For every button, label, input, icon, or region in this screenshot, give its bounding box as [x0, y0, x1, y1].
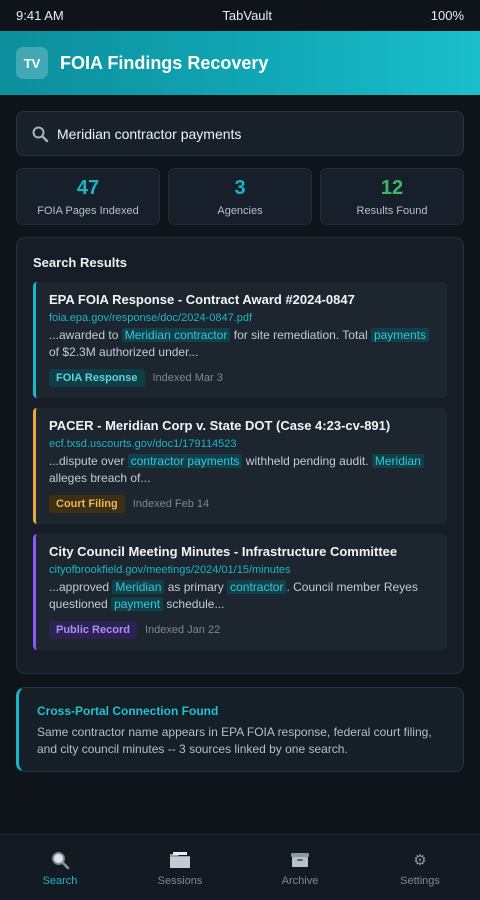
- folder-icon: [169, 849, 191, 871]
- search-icon: [31, 125, 49, 143]
- source-tag: Public Record: [49, 621, 137, 639]
- archive-icon: [290, 849, 310, 871]
- source-tag: FOIA Response: [49, 369, 145, 387]
- nav-archive[interactable]: Archive: [240, 835, 360, 900]
- nav-settings[interactable]: ⚙ Settings: [360, 835, 480, 900]
- stat-label: FOIA Pages Indexed: [37, 204, 139, 217]
- stat-label: Agencies: [217, 204, 263, 217]
- snippet-text: ...awarded to: [49, 328, 122, 342]
- snippet-text: as primary: [164, 580, 228, 594]
- snippet-highlight: payment: [111, 597, 164, 611]
- indexed-date: Indexed Mar 3: [152, 372, 223, 384]
- result-meta: FOIA Response Indexed Mar 3: [49, 369, 435, 387]
- results-heading: Search Results: [33, 255, 127, 270]
- stats-row: 47 FOIA Pages Indexed 3 Agencies 12 Resu…: [16, 168, 464, 225]
- status-bar: 9:41 AM TabVault 100%: [0, 0, 480, 31]
- app-header: TV FOIA Findings Recovery: [0, 31, 480, 95]
- gear-icon: ⚙: [413, 851, 427, 869]
- stat-value: 12: [380, 176, 404, 199]
- result-url[interactable]: foia.epa.gov/response/doc/2024-0847.pdf: [49, 312, 435, 324]
- search-results-panel: Search Results EPA FOIA Response - Contr…: [16, 237, 464, 674]
- nav-label: Settings: [400, 874, 440, 887]
- indexed-date: Indexed Jan 22: [144, 624, 221, 636]
- stat-value: 3: [234, 176, 246, 199]
- snippet-text: of $2.3M authorized under...: [49, 345, 199, 359]
- result-title[interactable]: EPA FOIA Response - Contract Award #2024…: [49, 292, 435, 308]
- app-logo: TV: [16, 47, 48, 79]
- snippet-text: schedule...: [163, 597, 225, 611]
- result-title[interactable]: City Council Meeting Minutes - Infrastru…: [49, 544, 435, 560]
- nav-label: Archive: [281, 874, 319, 887]
- result-url[interactable]: ecf.txsd.uscourts.gov/doc1/179114523: [49, 438, 435, 450]
- status-battery: 100%: [430, 8, 464, 23]
- result-title[interactable]: PACER - Meridian Corp v. State DOT (Case…: [49, 418, 435, 434]
- snippet-highlight: payments: [370, 328, 429, 342]
- result-snippet: ...approved Meridian as primary contract…: [49, 579, 435, 613]
- snippet-highlight: contractor: [227, 580, 287, 594]
- stat-pages-indexed: 47 FOIA Pages Indexed: [16, 168, 160, 225]
- snippet-highlight: Meridian: [371, 454, 424, 468]
- search-icon: [50, 849, 70, 871]
- search-input[interactable]: [57, 125, 449, 142]
- snippet-text: alleges breach of...: [49, 471, 151, 485]
- page-title: FOIA Findings Recovery: [60, 52, 269, 73]
- result-card[interactable]: PACER - Meridian Corp v. State DOT (Case…: [33, 408, 447, 524]
- snippet-text: ...approved: [49, 580, 113, 594]
- result-snippet: ...dispute over contractor payments with…: [49, 453, 435, 487]
- snippet-text: for site remediation. Total: [230, 328, 371, 342]
- snippet-highlight: contractor payments: [127, 454, 243, 468]
- nav-label: Search: [42, 874, 78, 887]
- bottom-nav: Search Sessions Archive ⚙ Settings: [0, 834, 480, 900]
- connection-text: Same contractor name appears in EPA FOIA…: [37, 725, 432, 756]
- connection-title: Cross-Portal Connection Found: [37, 704, 219, 718]
- snippet-highlight: Meridian contractor: [121, 328, 231, 342]
- result-meta: Court Filing Indexed Feb 14: [49, 495, 435, 513]
- stat-agencies: 3 Agencies: [168, 168, 312, 225]
- nav-search[interactable]: Search: [0, 835, 120, 900]
- nav-sessions[interactable]: Sessions: [120, 835, 240, 900]
- status-time: 9:41 AM: [16, 8, 64, 23]
- nav-label: Sessions: [157, 874, 203, 887]
- result-url[interactable]: cityofbrookfield.gov/meetings/2024/01/15…: [49, 564, 435, 576]
- stat-value: 47: [76, 176, 100, 199]
- stat-label: Results Found: [356, 204, 428, 217]
- snippet-highlight: Meridian: [112, 580, 165, 594]
- result-meta: Public Record Indexed Jan 22: [49, 621, 435, 639]
- source-tag: Court Filing: [49, 495, 125, 513]
- result-card[interactable]: City Council Meeting Minutes - Infrastru…: [33, 534, 447, 650]
- result-card[interactable]: EPA FOIA Response - Contract Award #2024…: [33, 282, 447, 398]
- result-snippet: ...awarded to Meridian contractor for si…: [49, 327, 435, 361]
- status-app-name: TabVault: [222, 8, 273, 23]
- indexed-date: Indexed Feb 14: [132, 498, 210, 510]
- snippet-text: ...dispute over: [49, 454, 128, 468]
- search-bar[interactable]: [16, 111, 464, 156]
- snippet-text: withheld pending audit.: [242, 454, 372, 468]
- stat-results-found: 12 Results Found: [320, 168, 464, 225]
- connection-callout: Cross-Portal Connection Found Same contr…: [16, 687, 464, 772]
